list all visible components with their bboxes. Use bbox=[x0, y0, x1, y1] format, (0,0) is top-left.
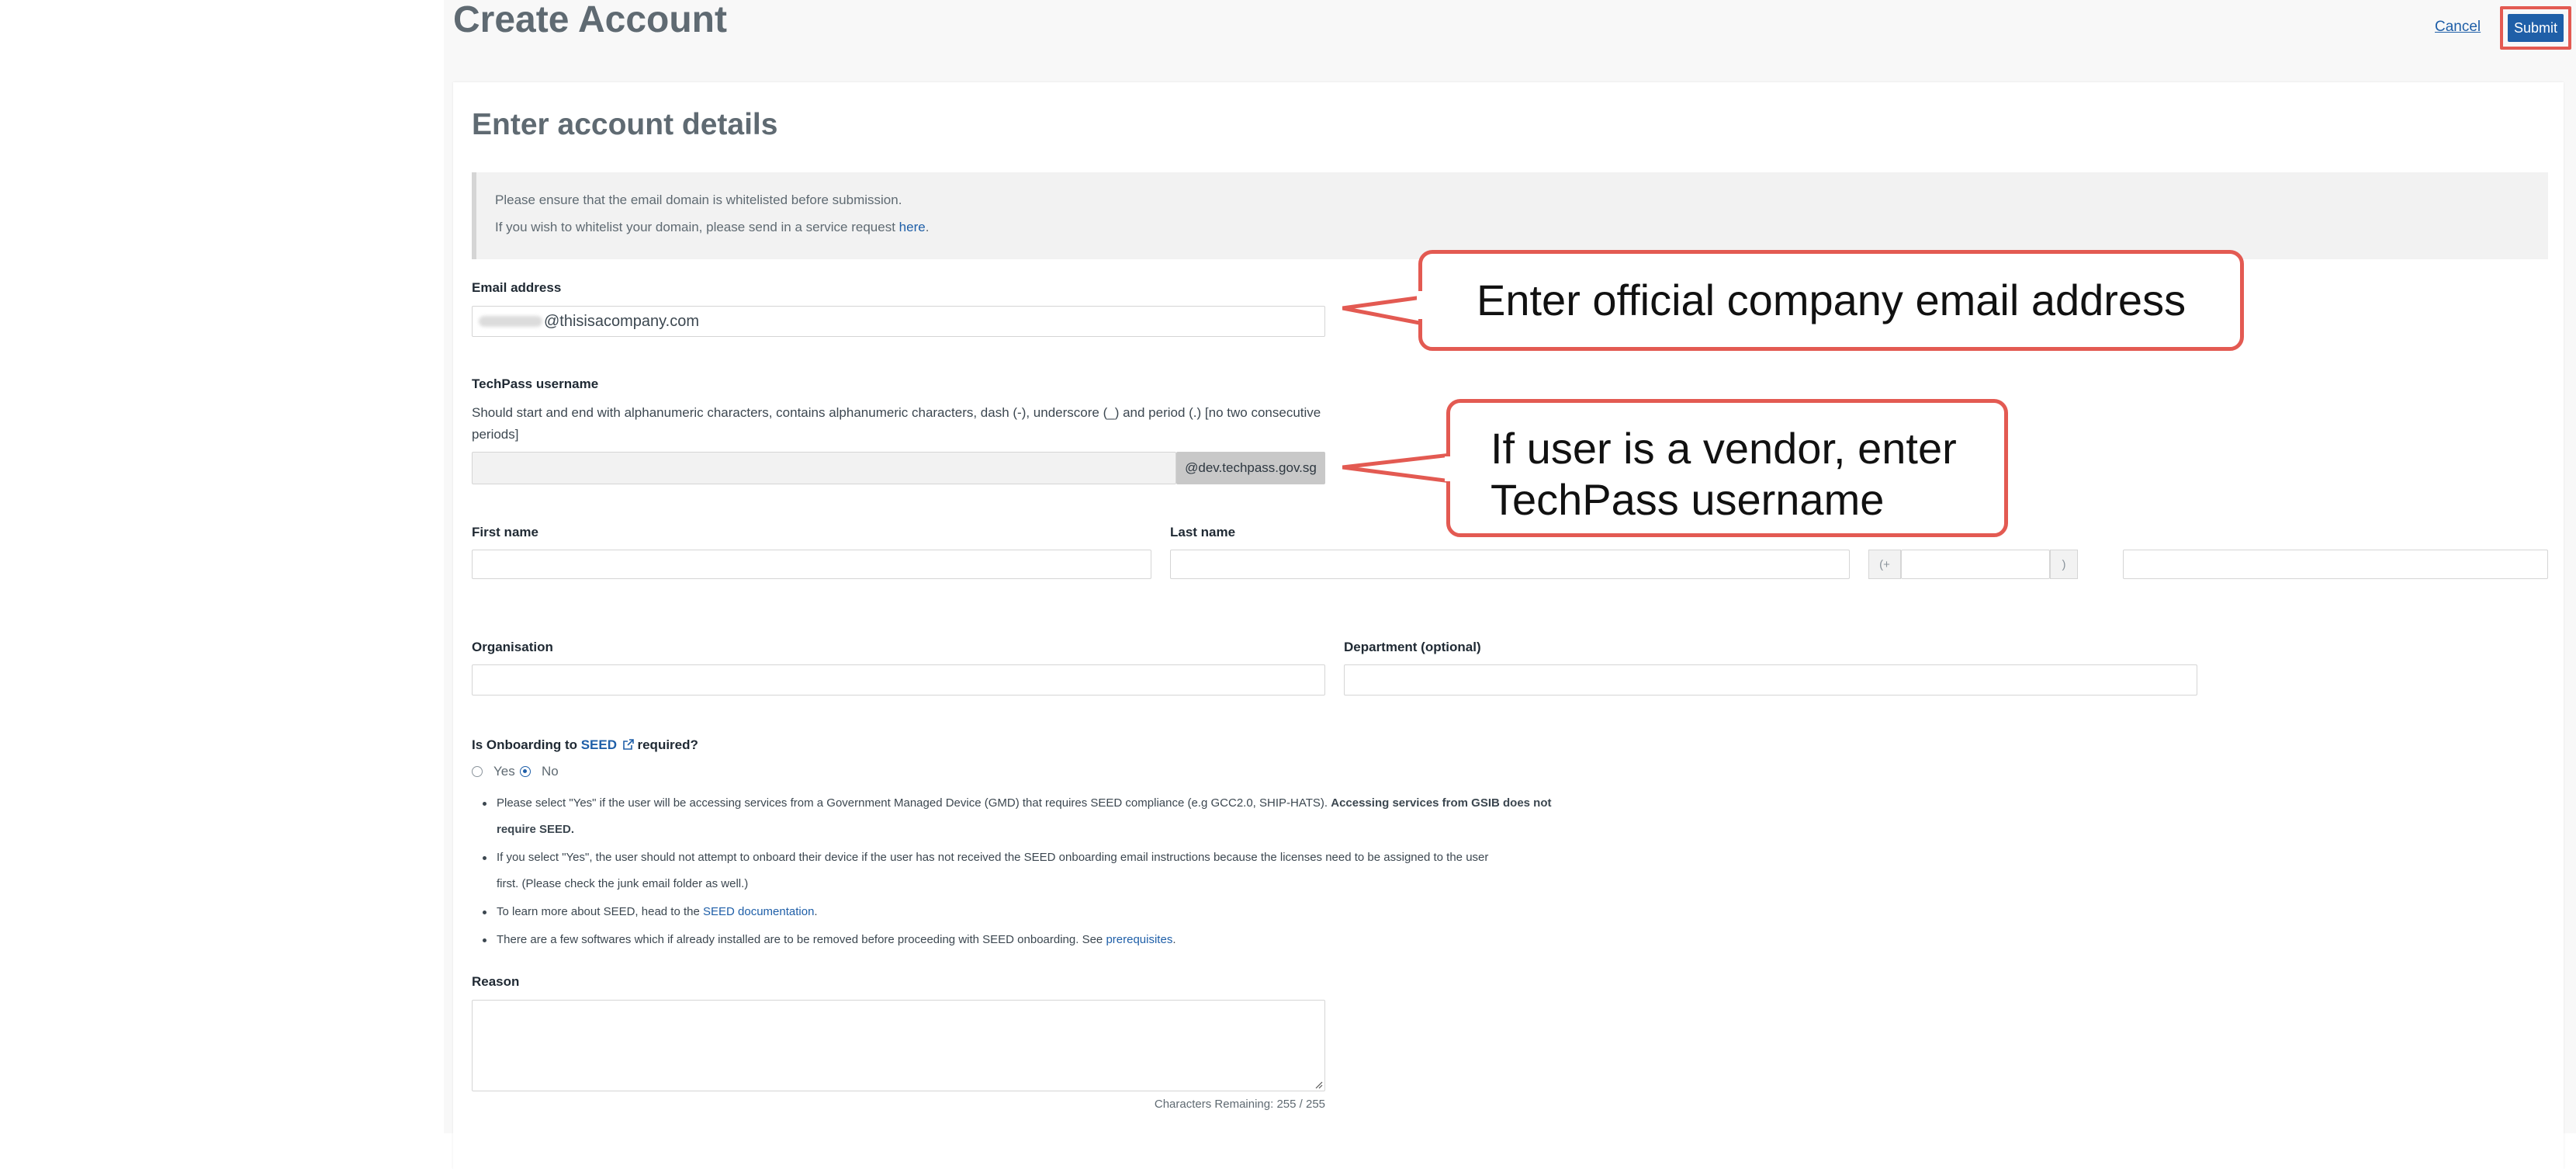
notice-line-1: Please ensure that the email domain is w… bbox=[495, 193, 902, 207]
seed-documentation-link[interactable]: SEED documentation bbox=[703, 905, 814, 918]
organisation-input[interactable] bbox=[472, 664, 1325, 696]
seed-bullet-2-cont: first. (Please check the junk email fold… bbox=[497, 877, 749, 890]
notice-box: Please ensure that the email domain is w… bbox=[472, 172, 2548, 259]
cancel-link[interactable]: Cancel bbox=[2435, 19, 2481, 36]
seed-bullet-4: There are a few softwares which if alrea… bbox=[497, 927, 1176, 953]
bullet-dot bbox=[483, 938, 486, 942]
redacted-email-user bbox=[479, 316, 542, 327]
email-value: @thisisacompany.com bbox=[544, 312, 699, 330]
country-code-input[interactable] bbox=[1901, 550, 2050, 579]
seed-bullet-4-text: There are a few softwares which if alrea… bbox=[497, 933, 1106, 946]
techpass-help-1: Should start and end with alphanumeric c… bbox=[472, 405, 1321, 420]
organisation-label: Organisation bbox=[472, 640, 553, 654]
techpass-help-2: periods] bbox=[472, 427, 519, 442]
notice-line-2-text: If you wish to whitelist your domain, pl… bbox=[495, 220, 899, 234]
bullet-dot bbox=[483, 856, 486, 860]
page-title: Create Account bbox=[453, 0, 727, 40]
department-label: Department (optional) bbox=[1344, 640, 1481, 654]
characters-remaining: Characters Remaining: 255 / 255 bbox=[1154, 1098, 1325, 1111]
techpass-callout-line-1: If user is a vendor, enter bbox=[1491, 424, 1957, 473]
techpass-callout: If user is a vendor, enter TechPass user… bbox=[1446, 399, 2008, 537]
service-request-link[interactable]: here bbox=[899, 220, 926, 234]
seed-question: Is Onboarding to SEED required? bbox=[472, 737, 698, 753]
bullet-dot bbox=[483, 911, 486, 914]
first-name-input[interactable] bbox=[472, 550, 1151, 579]
seed-question-suffix: required? bbox=[637, 737, 698, 752]
seed-bullet-1-cont-bold: require SEED. bbox=[497, 823, 575, 836]
notice-line-2: If you wish to whitelist your domain, pl… bbox=[495, 220, 929, 235]
seed-no-label: No bbox=[542, 764, 559, 779]
resize-handle-icon[interactable] bbox=[1314, 1080, 1323, 1089]
callout-joint bbox=[1445, 456, 1452, 481]
techpass-username-input[interactable] bbox=[472, 452, 1176, 484]
seed-bullet-1: Please select "Yes" if the user will be … bbox=[497, 790, 1552, 817]
last-name-label: Last name bbox=[1170, 525, 1236, 539]
seed-bullet-3-end: . bbox=[814, 905, 818, 918]
seed-question-prefix: Is Onboarding to bbox=[472, 737, 581, 752]
seed-bullet-4-end: . bbox=[1172, 933, 1176, 946]
email-field[interactable]: @thisisacompany.com bbox=[472, 306, 1325, 337]
department-input[interactable] bbox=[1344, 664, 2197, 696]
external-link-icon bbox=[622, 739, 634, 750]
seed-bullet-3-text: To learn more about SEED, head to the bbox=[497, 905, 703, 918]
seed-bullet-2: If you select "Yes", the user should not… bbox=[497, 851, 1489, 864]
section-title: Enter account details bbox=[472, 108, 778, 141]
seed-bullet-1-bold: Accessing services from GSIB does not bbox=[1331, 796, 1552, 810]
seed-no-radio[interactable] bbox=[520, 766, 531, 777]
techpass-callout-pointer bbox=[1342, 453, 1451, 484]
first-name-label: First name bbox=[472, 525, 538, 539]
seed-bullet-1-cont: require SEED. bbox=[497, 817, 574, 843]
email-callout: Enter official company email address bbox=[1418, 250, 2244, 351]
reason-label: Reason bbox=[472, 974, 520, 989]
phone-number-input[interactable] bbox=[2123, 550, 2548, 579]
reason-textarea[interactable] bbox=[472, 1000, 1325, 1091]
techpass-callout-line-2: TechPass username bbox=[1491, 475, 1885, 524]
prerequisites-link[interactable]: prerequisites bbox=[1106, 933, 1172, 946]
bullet-dot bbox=[483, 802, 486, 806]
callout-joint bbox=[1417, 291, 1425, 319]
notice-line-2-end: . bbox=[925, 220, 930, 234]
seed-bullet-1-text: Please select "Yes" if the user will be … bbox=[497, 796, 1331, 810]
phone-prefix: (+ bbox=[1868, 550, 1901, 579]
seed-bullet-3: To learn more about SEED, head to the SE… bbox=[497, 899, 818, 925]
email-callout-pointer bbox=[1342, 294, 1428, 327]
last-name-input[interactable] bbox=[1170, 550, 1850, 579]
seed-yes-label: Yes bbox=[493, 764, 515, 779]
seed-yes-radio[interactable] bbox=[472, 766, 483, 777]
techpass-domain-suffix: @dev.techpass.gov.sg bbox=[1176, 452, 1325, 484]
submit-button[interactable]: Submit bbox=[2508, 14, 2564, 42]
seed-link[interactable]: SEED bbox=[581, 737, 617, 752]
email-callout-text: Enter official company email address bbox=[1477, 276, 2186, 324]
techpass-label: TechPass username bbox=[472, 376, 599, 391]
email-label: Email address bbox=[472, 280, 562, 295]
phone-suffix: ) bbox=[2050, 550, 2078, 579]
